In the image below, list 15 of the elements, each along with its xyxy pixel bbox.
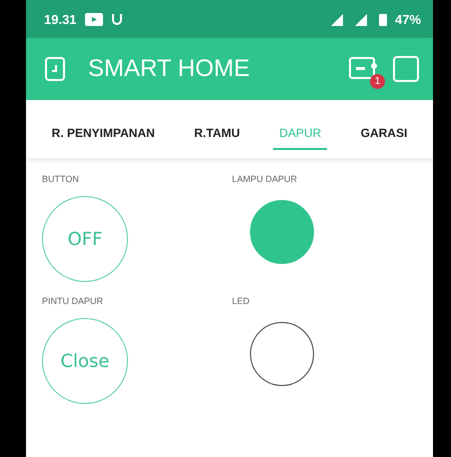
square-icon[interactable]: [393, 56, 419, 82]
video-icon: [84, 12, 103, 26]
battery-icon: [378, 12, 387, 26]
tab[interactable]: R.TAMU: [188, 118, 246, 150]
device-icon[interactable]: [44, 56, 66, 82]
widget-label: LAMPU DAPUR: [232, 174, 298, 184]
widget-label: BUTTON: [42, 174, 80, 184]
battery-percent: 47%: [394, 12, 421, 26]
status-time: 19.31: [44, 12, 77, 26]
tab[interactable]: R. PENYIMPANAN: [46, 118, 161, 150]
tab[interactable]: GARASI: [354, 118, 414, 150]
widget-label: LED: [232, 296, 251, 306]
widget-label: PINTU DAPUR: [42, 296, 104, 306]
notification-badge: 1: [370, 74, 385, 89]
app-title: SMART HOME: [87, 55, 251, 83]
